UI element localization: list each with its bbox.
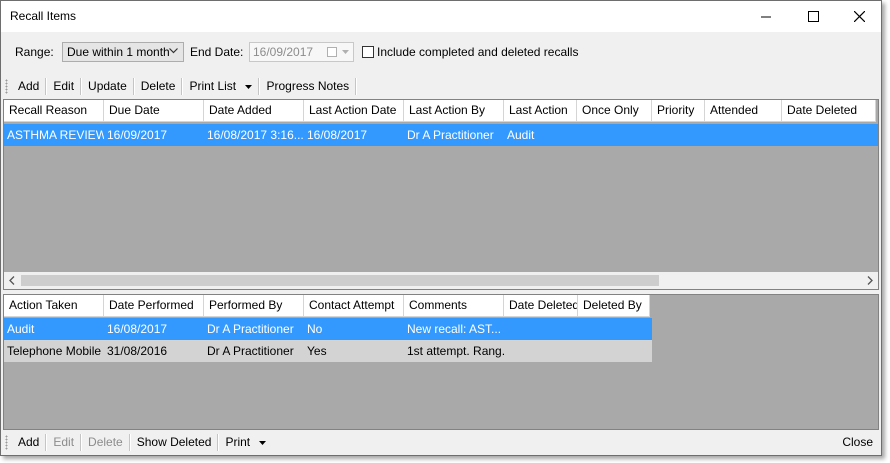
calendar-icon [327, 47, 337, 57]
close-button[interactable]: Close [836, 433, 879, 452]
cell-comments: New recall: AST... [407, 322, 502, 336]
recalls-grid[interactable]: Recall Reason Due Date Date Added Last A… [3, 99, 879, 290]
column-header-date-performed[interactable]: Date Performed [104, 295, 204, 317]
column-header-date-added[interactable]: Date Added [204, 100, 304, 122]
print-list-button[interactable]: Print List [183, 77, 258, 96]
print-label: Print [225, 435, 251, 449]
cell-action-taken: Telephone Mobile [7, 344, 102, 358]
scrollbar-thumb[interactable] [21, 275, 659, 286]
progress-notes-button[interactable]: Progress Notes [260, 77, 355, 96]
maximize-icon [807, 11, 819, 22]
column-header-recall-reason[interactable]: Recall Reason [4, 100, 104, 122]
cell-due-date: 16/09/2017 [107, 128, 168, 142]
column-header-last-action-date[interactable]: Last Action Date [304, 100, 404, 122]
chevron-down-icon [169, 48, 178, 54]
recalls-horizontal-scrollbar[interactable] [4, 272, 878, 289]
end-date-label: End Date: [190, 45, 244, 59]
cell-last-action: Audit [507, 128, 535, 142]
table-row[interactable]: Telephone Mobile 31/08/2016 Dr A Practit… [4, 340, 652, 362]
column-header-contact-attempt[interactable]: Contact Attempt [304, 295, 404, 317]
minimize-icon [760, 16, 771, 18]
column-header-comments[interactable]: Comments [404, 295, 504, 317]
maximize-button[interactable] [790, 1, 836, 32]
column-header-attended[interactable]: Attended [705, 100, 782, 122]
table-row[interactable]: ASTHMA REVIEW 16/09/2017 16/08/2017 3:16… [4, 124, 878, 146]
include-completed-label: Include completed and deleted recalls [377, 45, 579, 59]
update-recall-button[interactable]: Update [82, 77, 133, 96]
column-header-deleted-by[interactable]: Deleted By [578, 295, 650, 317]
column-header-date-deleted[interactable]: Date Deleted [782, 100, 876, 122]
column-header-once-only[interactable]: Once Only [577, 100, 652, 122]
column-header-last-action[interactable]: Last Action [504, 100, 577, 122]
table-row[interactable]: Audit 16/08/2017 Dr A Practitioner No Ne… [4, 318, 652, 340]
column-header-performed-by[interactable]: Performed By [204, 295, 304, 317]
edit-recall-button[interactable]: Edit [47, 77, 80, 96]
window-title: Recall Items [10, 9, 77, 23]
add-recall-button[interactable]: Add [12, 77, 45, 96]
scroll-right-icon[interactable] [867, 276, 873, 285]
actions-grid[interactable]: Action Taken Date Performed Performed By… [3, 294, 879, 430]
cell-contact-attempt: No [307, 322, 323, 336]
cell-last-action-date: 16/08/2017 [307, 128, 368, 142]
column-header-priority[interactable]: Priority [652, 100, 705, 122]
end-date-value: 16/09/2017 [253, 45, 314, 59]
toolbar-grip [5, 435, 8, 450]
cell-last-action-by: Dr A Practitioner [407, 128, 494, 142]
column-header-action-taken[interactable]: Action Taken [4, 295, 104, 317]
delete-recall-button[interactable]: Delete [135, 77, 182, 96]
toolbar-grip [5, 79, 8, 94]
range-select[interactable]: Due within 1 month [62, 42, 184, 62]
cell-contact-attempt: Yes [307, 344, 327, 358]
range-label: Range: [15, 45, 54, 59]
cell-comments: 1st attempt. Rang... [407, 344, 504, 358]
actions-grid-header: Action Taken Date Performed Performed By… [4, 295, 650, 317]
dropdown-arrow-icon [259, 440, 267, 445]
column-header-due-date[interactable]: Due Date [104, 100, 204, 122]
action-toolbar: Add Edit Delete Show Deleted Print Close [1, 430, 881, 455]
cell-date-added: 16/08/2017 3:16... [207, 128, 304, 142]
recall-items-window: Recall Items Range: Due within 1 month E… [0, 0, 882, 456]
print-button[interactable]: Print [219, 433, 272, 452]
scroll-left-icon[interactable] [9, 276, 15, 285]
print-list-label: Print List [189, 79, 237, 93]
dropdown-arrow-icon [245, 84, 253, 89]
column-header-date-deleted[interactable]: Date Deleted [504, 295, 578, 317]
edit-action-button[interactable]: Edit [47, 433, 80, 452]
cell-recall-reason: ASTHMA REVIEW [7, 128, 104, 142]
chevron-down-icon [342, 50, 349, 54]
end-date-picker[interactable]: 16/09/2017 [249, 42, 354, 62]
title-bar: Recall Items [1, 1, 881, 32]
close-icon [853, 11, 865, 22]
cell-performed-by: Dr A Practitioner [207, 322, 294, 336]
include-completed-checkbox[interactable] [362, 46, 374, 58]
recalls-grid-header: Recall Reason Due Date Date Added Last A… [4, 100, 876, 122]
add-action-button[interactable]: Add [12, 433, 45, 452]
minimize-button[interactable] [743, 1, 789, 32]
filter-bar: Range: Due within 1 month End Date: 16/0… [1, 32, 881, 72]
recall-toolbar: Add Edit Update Delete Print List Progre… [1, 74, 881, 99]
range-select-value: Due within 1 month [67, 45, 170, 59]
cell-action-taken: Audit [7, 322, 35, 336]
toolbar-separator [355, 78, 358, 95]
cell-date-performed: 31/08/2016 [107, 344, 168, 358]
column-header-last-action-by[interactable]: Last Action By [404, 100, 504, 122]
delete-action-button[interactable]: Delete [82, 433, 129, 452]
show-deleted-button[interactable]: Show Deleted [131, 433, 218, 452]
close-window-button[interactable] [836, 1, 882, 32]
cell-performed-by: Dr A Practitioner [207, 344, 294, 358]
cell-date-performed: 16/08/2017 [107, 322, 168, 336]
